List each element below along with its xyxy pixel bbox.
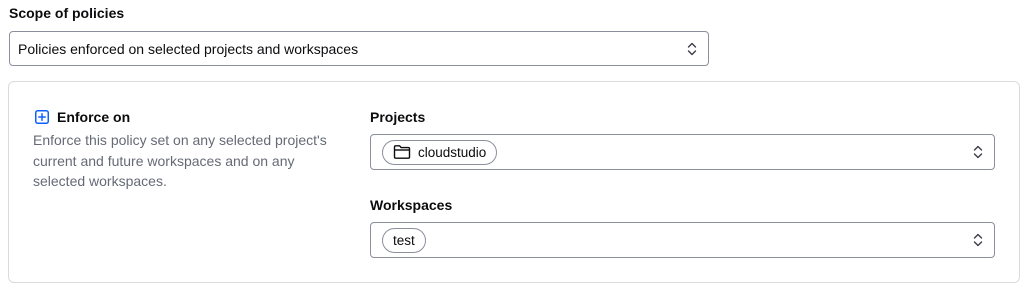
enforce-title: Enforce on bbox=[57, 109, 131, 125]
plus-square-icon bbox=[35, 110, 49, 124]
folder-icon bbox=[393, 145, 411, 159]
workspace-chip[interactable]: test bbox=[382, 227, 426, 253]
scope-select[interactable]: Policies enforced on selected projects a… bbox=[9, 31, 709, 66]
workspaces-select[interactable]: test bbox=[370, 222, 995, 258]
project-chip-label: cloudstudio bbox=[418, 144, 487, 160]
scope-select-value: Policies enforced on selected projects a… bbox=[18, 40, 359, 57]
projects-label: Projects bbox=[370, 109, 426, 125]
scope-label: Scope of policies bbox=[9, 5, 125, 21]
projects-select[interactable]: cloudstudio bbox=[370, 134, 995, 170]
enforce-description: Enforce this policy set on any selected … bbox=[33, 132, 327, 189]
workspace-chip-label: test bbox=[393, 232, 415, 248]
select-arrows-icon bbox=[973, 233, 983, 247]
project-chip[interactable]: cloudstudio bbox=[382, 139, 498, 165]
enforce-heading: Enforce on bbox=[35, 109, 130, 125]
select-arrows-icon bbox=[973, 145, 983, 159]
select-arrows-icon bbox=[687, 42, 697, 55]
workspaces-label: Workspaces bbox=[370, 197, 453, 213]
enforce-panel: Enforce on Enforce this policy set on an… bbox=[8, 81, 1020, 283]
